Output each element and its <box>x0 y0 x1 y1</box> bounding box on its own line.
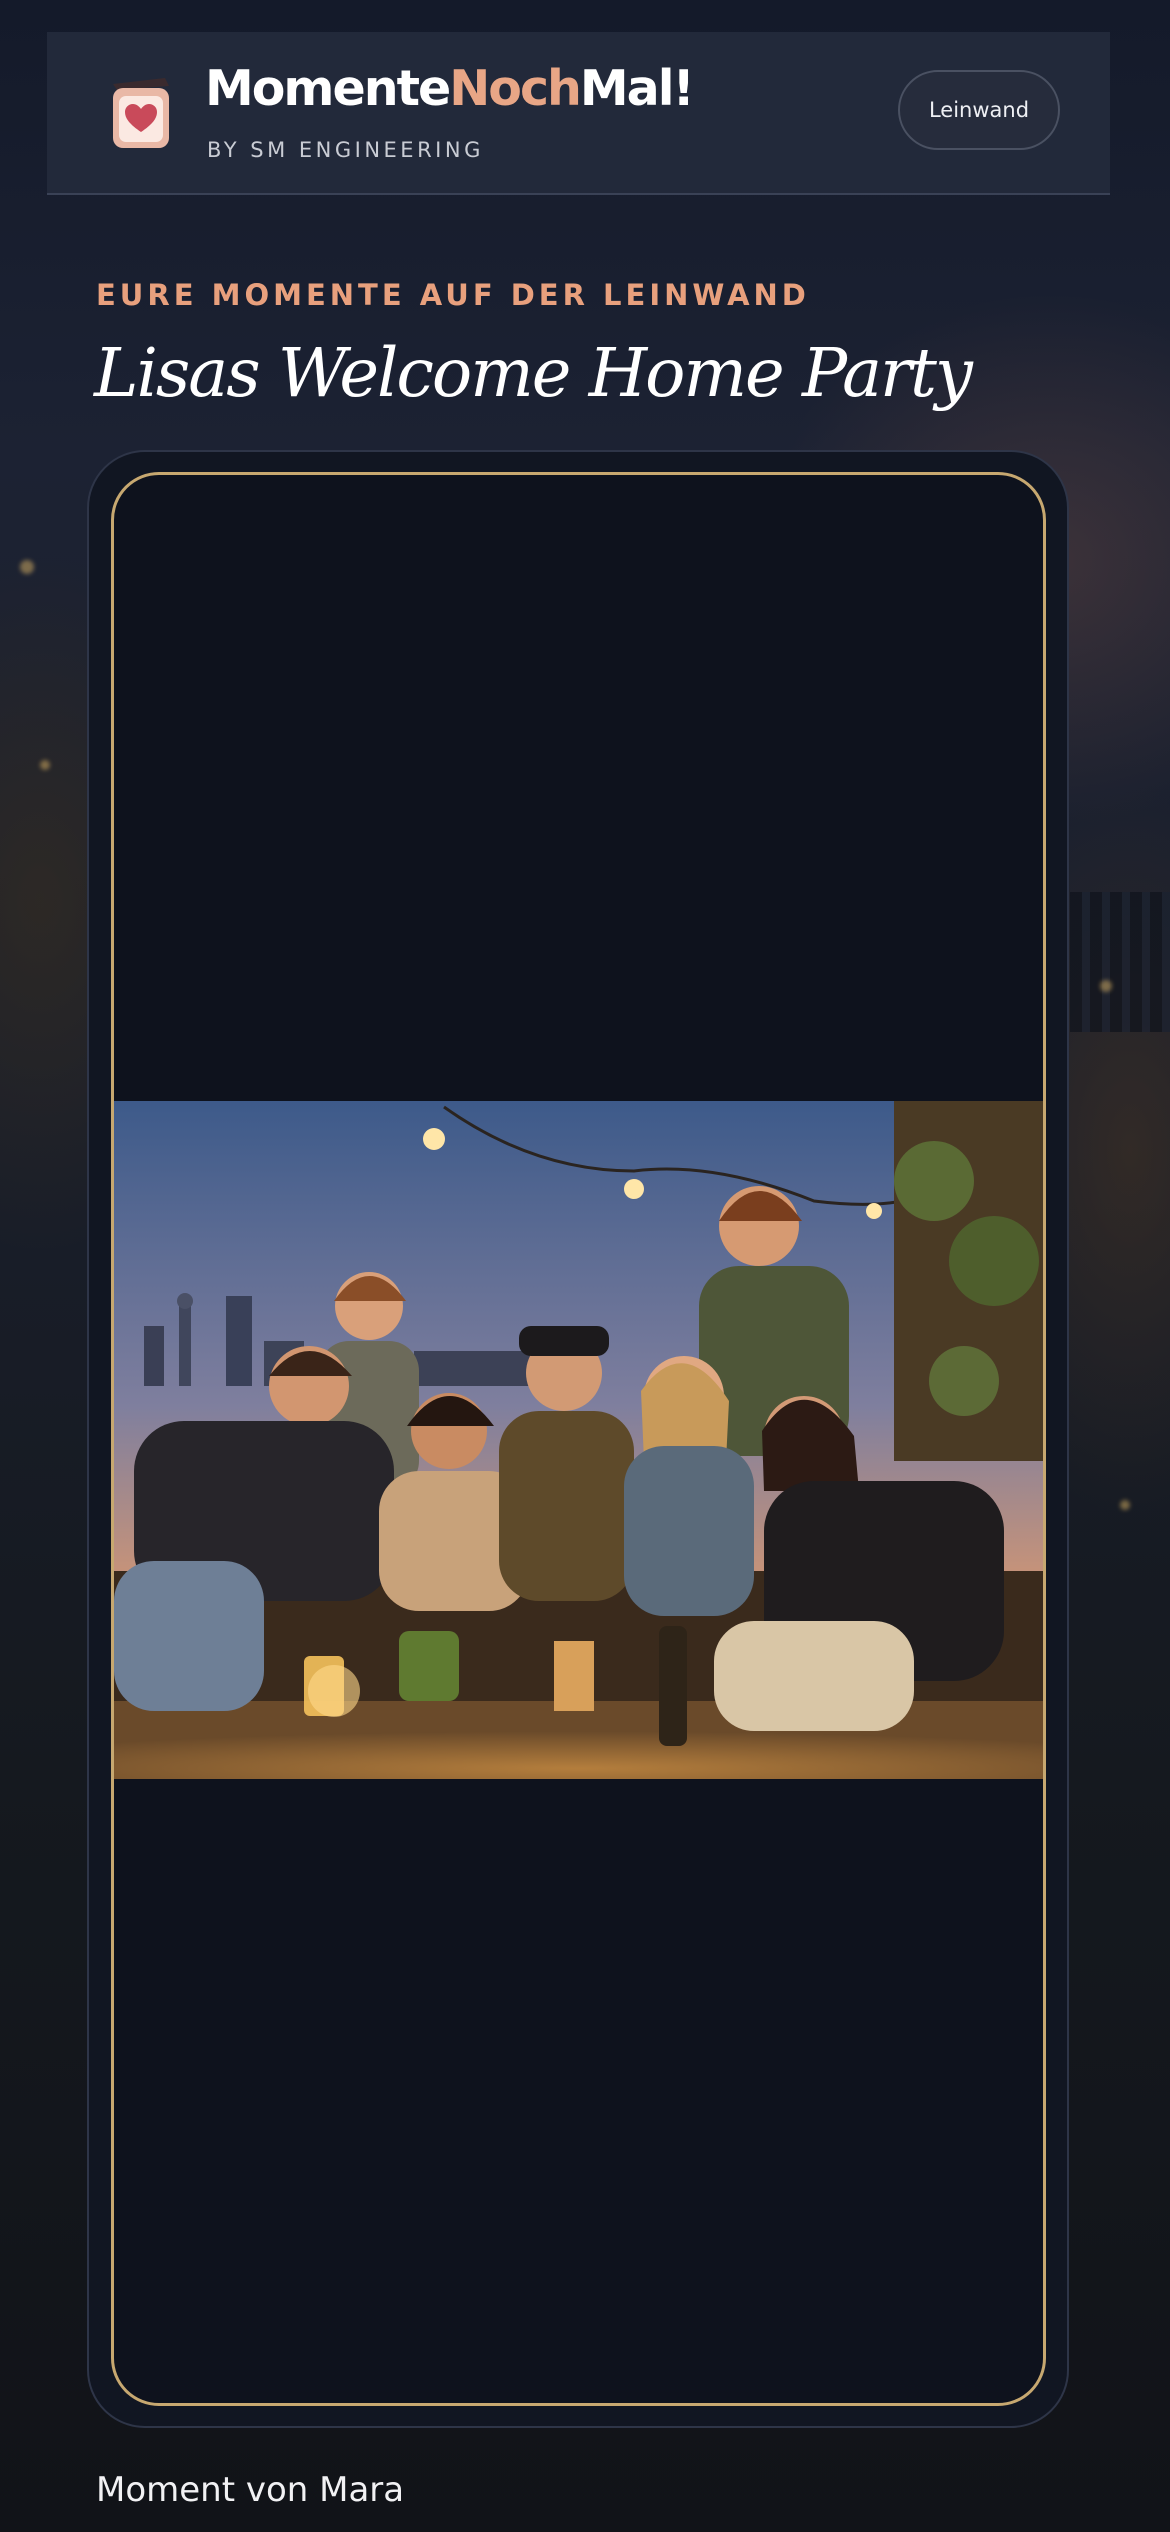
brand-part2: Noch <box>449 60 582 117</box>
brand-wordmark: MomenteNochMal! <box>205 60 695 117</box>
light-glow <box>1100 980 1112 992</box>
byline: BY SM ENGINEERING <box>207 138 484 162</box>
brand-part3: Mal! <box>579 60 695 117</box>
moment-caption: Moment von Mara <box>96 2470 405 2510</box>
light-glow <box>1120 1500 1130 1510</box>
event-title: Lisas Welcome Home Party <box>94 334 973 412</box>
moment-photo <box>114 1101 1043 1779</box>
leinwand-button[interactable]: Leinwand <box>898 70 1060 150</box>
brand-part1: Momente <box>205 60 451 117</box>
light-glow <box>40 760 50 770</box>
heart-card-icon <box>113 78 169 148</box>
section-kicker: EURE MOMENTE AUF DER LEINWAND <box>96 278 810 312</box>
moment-display <box>111 472 1046 2406</box>
light-glow <box>20 560 34 574</box>
app-header: MomenteNochMal! BY SM ENGINEERING Leinwa… <box>47 32 1110 195</box>
city-skyline-silhouette <box>1070 892 1170 1032</box>
